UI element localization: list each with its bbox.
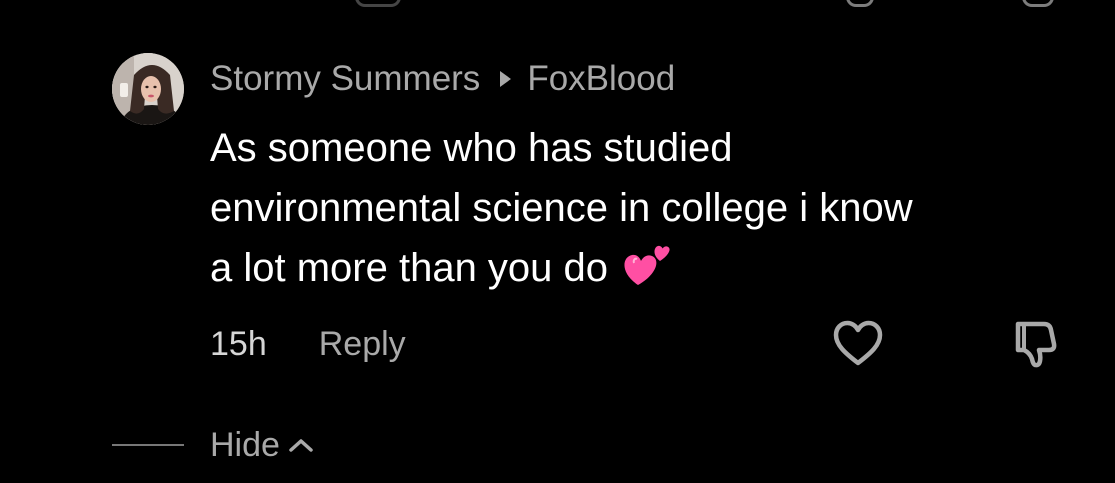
comment-text-fragment: a lot more than you do bbox=[210, 246, 609, 290]
comment-text-line: As someone who has studied bbox=[210, 126, 733, 170]
thumbs-down-icon[interactable] bbox=[1008, 318, 1062, 370]
chevron-up-icon bbox=[289, 439, 313, 452]
reply-to-name[interactable]: FoxBlood bbox=[527, 59, 675, 99]
divider bbox=[112, 444, 184, 446]
avatar[interactable] bbox=[112, 53, 184, 125]
hide-label: Hide bbox=[210, 425, 280, 464]
previous-dislike-icon-fragment bbox=[1022, 0, 1054, 7]
comment-text-line: environmental science in college i know bbox=[210, 186, 913, 230]
comment-text-line: a lot more than you do bbox=[210, 238, 1090, 298]
author-name[interactable]: Stormy Summers bbox=[210, 59, 480, 99]
comment-text: As someone who has studied environmental… bbox=[210, 118, 1090, 298]
triangle-right-icon bbox=[500, 71, 512, 87]
timestamp: 15h bbox=[210, 324, 267, 363]
hide-replies-button[interactable]: Hide bbox=[210, 426, 314, 465]
hide-replies-row: Hide bbox=[112, 423, 314, 467]
comment-actions: 15h Reply bbox=[210, 320, 406, 368]
comment-header: Stormy Summers FoxBlood bbox=[210, 57, 675, 101]
previous-like-icon-fragment bbox=[846, 0, 874, 7]
two-hearts-emoji bbox=[624, 245, 670, 285]
reply-button[interactable]: Reply bbox=[319, 325, 406, 364]
avatar-image bbox=[112, 53, 184, 125]
heart-icon[interactable] bbox=[831, 318, 885, 368]
previous-row-icon-fragment bbox=[355, 0, 401, 7]
